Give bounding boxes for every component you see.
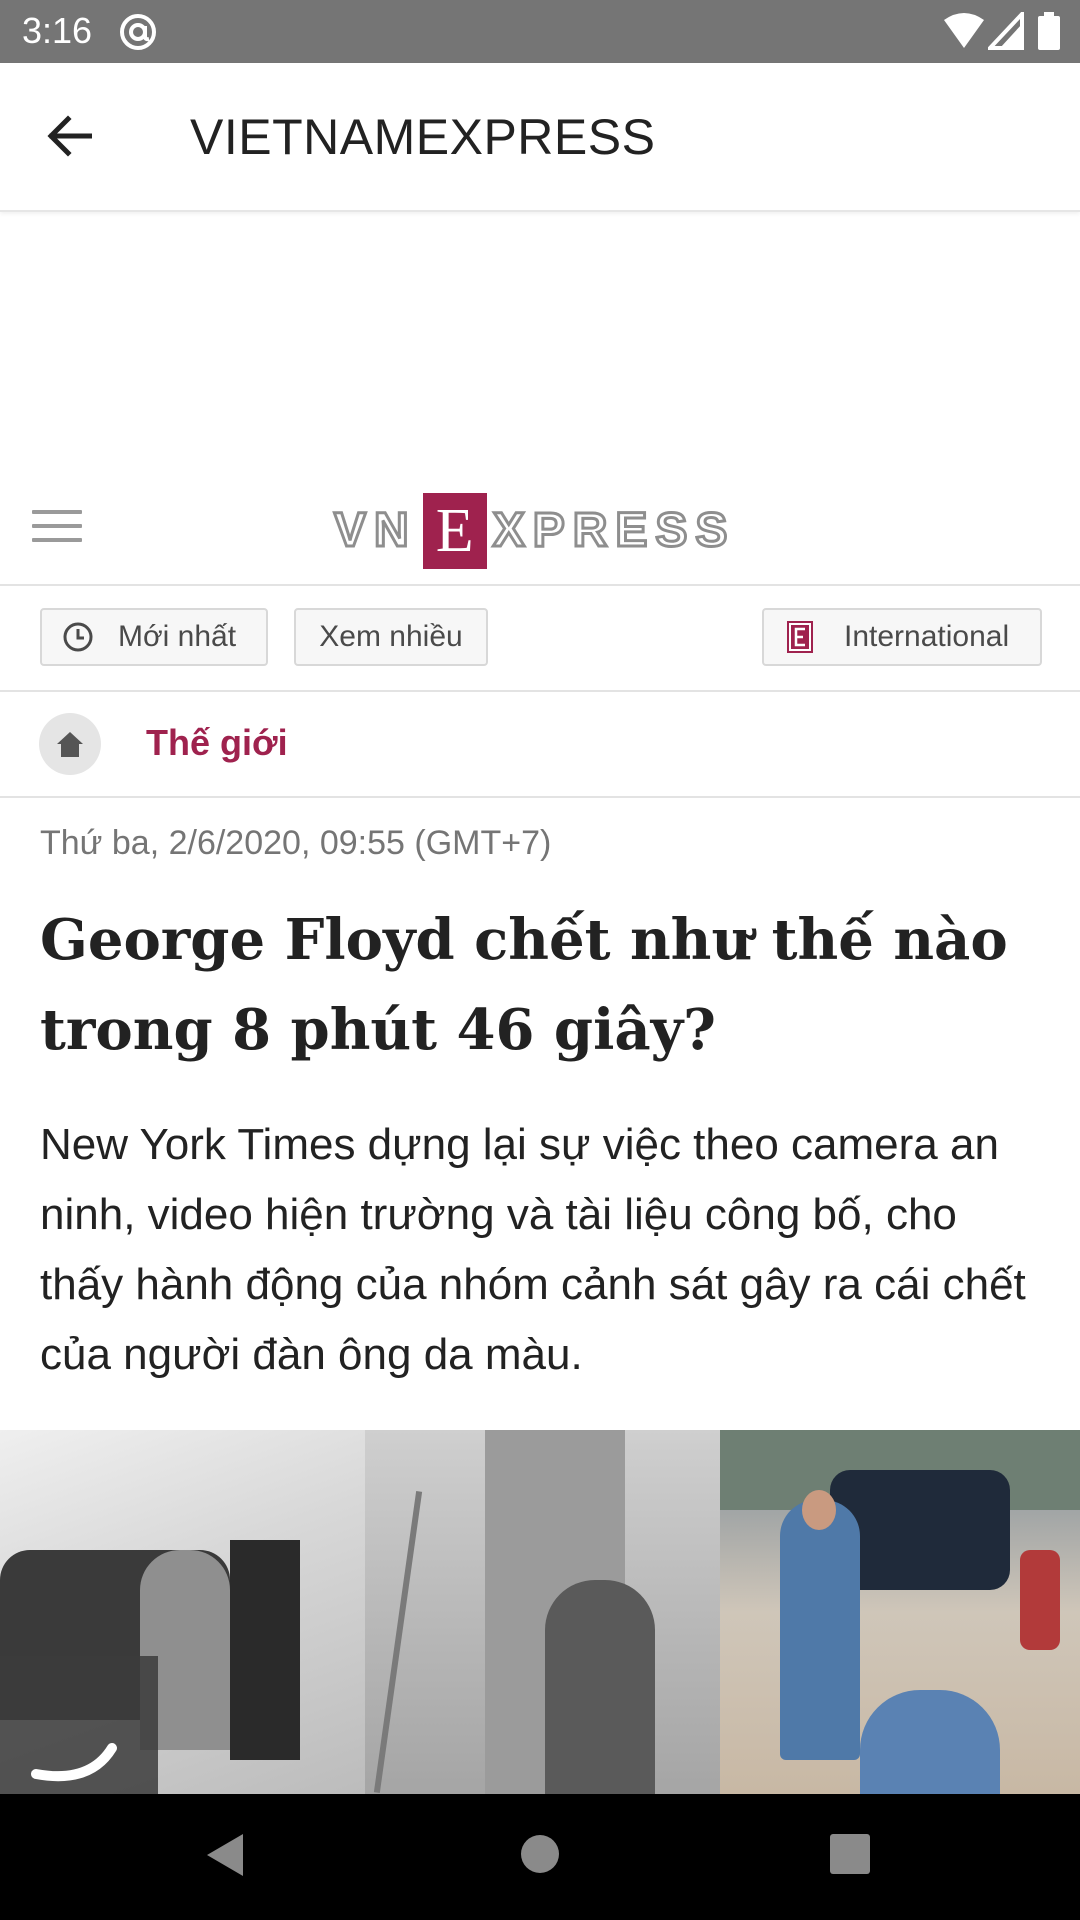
- latest-news-label: Mới nhất: [118, 620, 237, 653]
- wifi-icon: [944, 13, 984, 48]
- site-header: VN E XPRESS: [0, 470, 1080, 586]
- hamburger-menu-icon[interactable]: [32, 510, 82, 546]
- status-time: 3:16: [22, 10, 93, 51]
- logo-text-right: XPRESS: [491, 504, 736, 557]
- international-button[interactable]: International: [762, 608, 1042, 666]
- loading-spinner-icon: [31, 1743, 117, 1782]
- home-button[interactable]: [39, 713, 101, 775]
- nav-recents-icon[interactable]: [830, 1834, 870, 1874]
- article-image[interactable]: [0, 1430, 1080, 1794]
- back-arrow-icon: [47, 115, 92, 157]
- battery-icon: [1038, 12, 1060, 50]
- home-icon: [57, 732, 83, 757]
- article-date: Thứ ba, 2/6/2020, 09:55 (GMT+7): [40, 824, 552, 862]
- image-panel-right: [720, 1430, 1080, 1794]
- international-e-icon: [787, 621, 813, 653]
- clock-icon: [63, 622, 93, 652]
- article-lead: New York Times dựng lại sự việc theo cam…: [40, 1120, 1026, 1379]
- site-logo[interactable]: VN E XPRESS: [333, 490, 736, 572]
- most-viewed-button[interactable]: Xem nhiều: [294, 608, 488, 666]
- breadcrumb: Thế giới: [0, 692, 1080, 798]
- system-nav-bar: [0, 1794, 1080, 1920]
- nav-home-icon[interactable]: [520, 1834, 560, 1874]
- loading-spinner: [0, 1656, 158, 1794]
- most-viewed-label: Xem nhiều: [319, 620, 463, 653]
- nav-row: Mới nhất Xem nhiều International: [0, 586, 1080, 692]
- at-sign-icon: [120, 14, 156, 50]
- image-panel-middle: [365, 1430, 720, 1794]
- back-button[interactable]: [34, 101, 104, 171]
- app-bar: VIETNAMEXPRESS: [0, 63, 1080, 212]
- logo-e-box: E: [422, 493, 487, 569]
- cell-signal-icon: [988, 12, 1024, 50]
- latest-news-button[interactable]: Mới nhất: [40, 608, 268, 666]
- nav-back-icon[interactable]: [205, 1832, 245, 1878]
- article-title: George Floyd chết như thế nào trong 8 ph…: [40, 907, 1008, 1063]
- app-title: VIETNAMEXPRESS: [190, 109, 656, 165]
- category-link[interactable]: Thế giới: [146, 722, 288, 764]
- status-bar: 3:16: [0, 0, 1080, 63]
- international-label: International: [844, 620, 1010, 653]
- logo-text-left: VN: [333, 504, 417, 557]
